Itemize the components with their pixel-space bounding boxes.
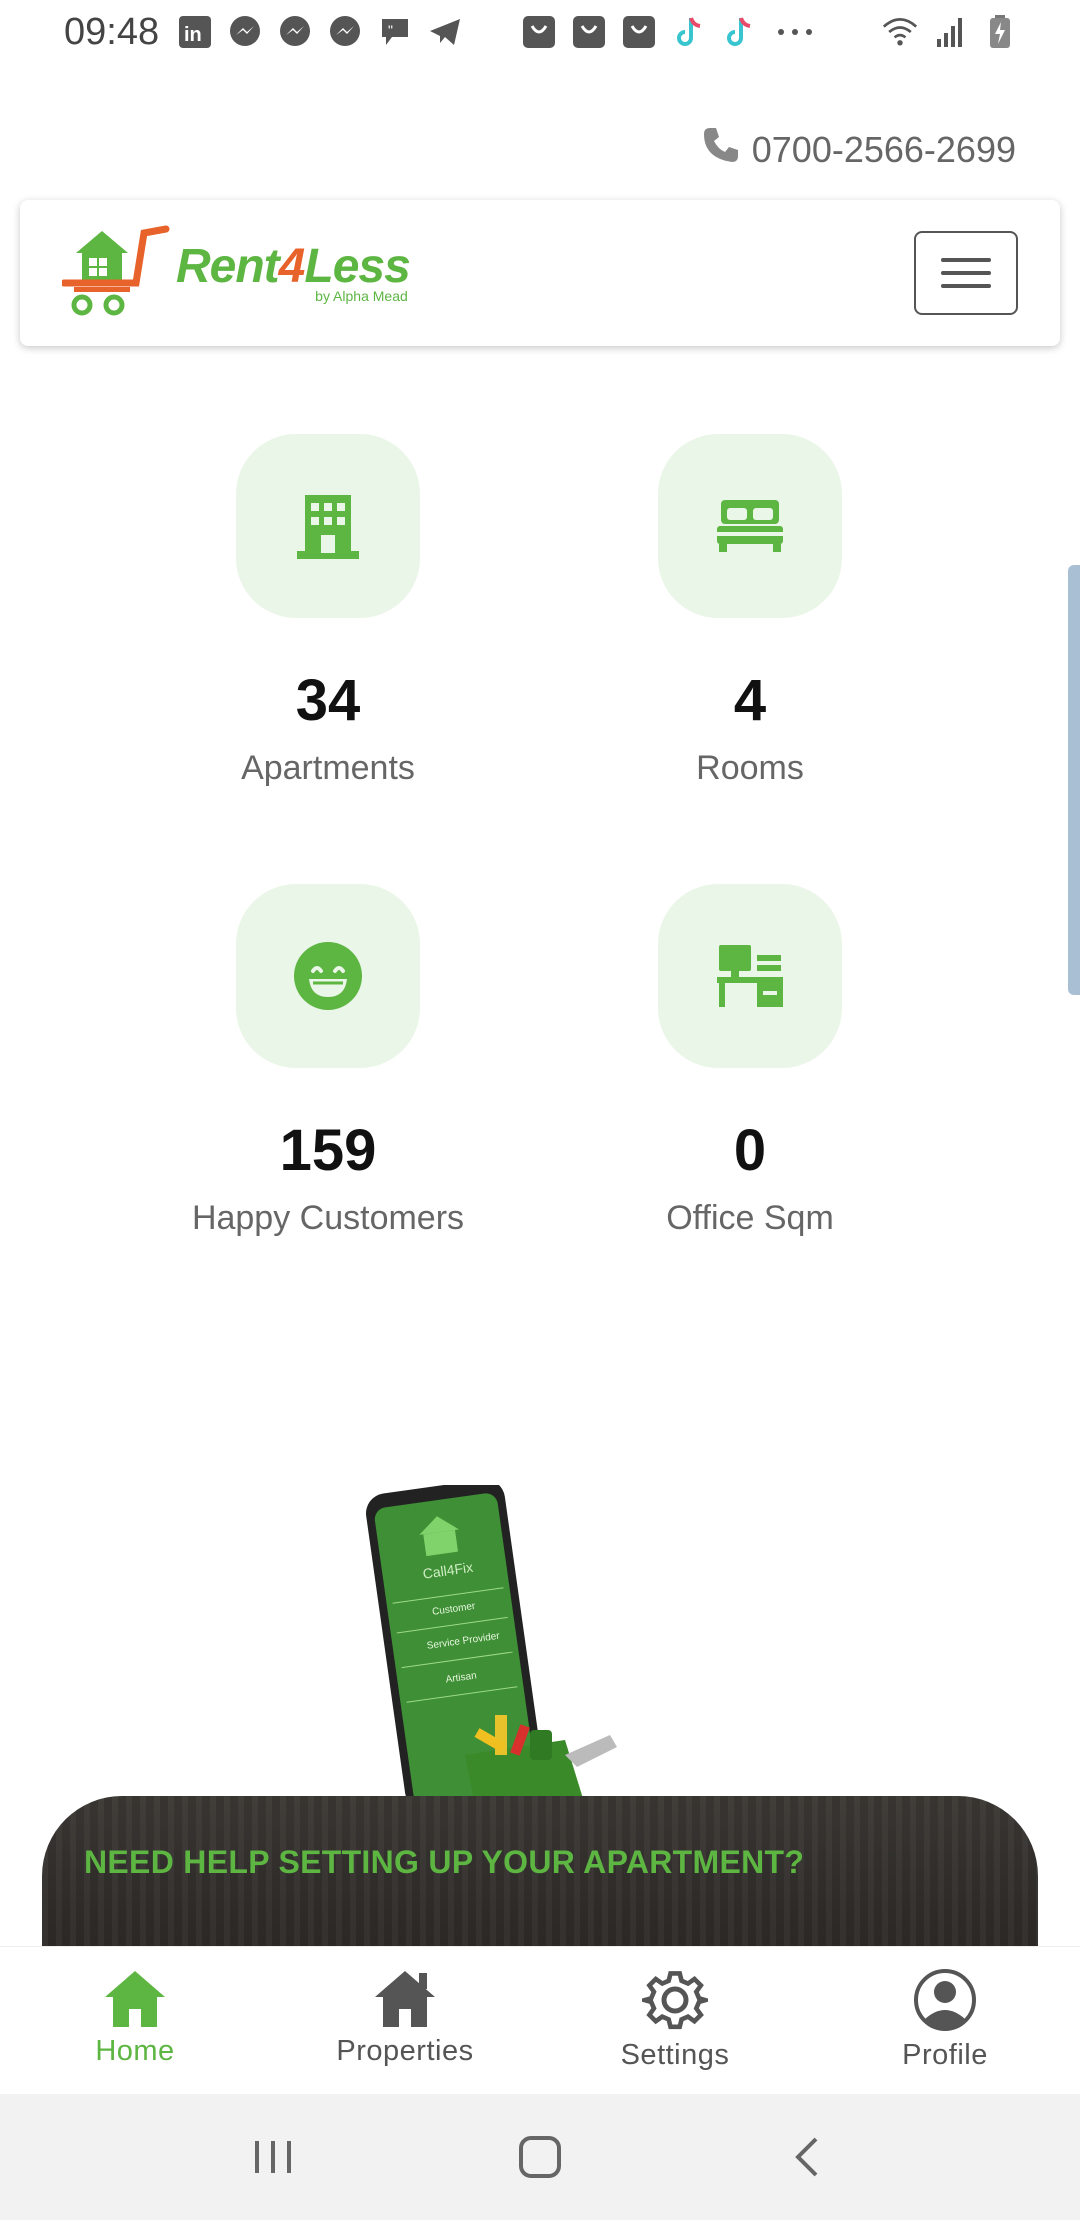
nav-home-label: Home	[95, 2035, 175, 2067]
smile-icon	[294, 942, 362, 1010]
shop-icon	[621, 14, 657, 50]
properties-icon	[375, 1971, 435, 2027]
tiktok-icon	[721, 14, 757, 50]
recent-apps-button[interactable]	[233, 2127, 313, 2187]
nav-properties-label: Properties	[336, 2035, 474, 2067]
stat-label: Happy Customers	[191, 1199, 465, 1237]
system-navigation-bar	[0, 2094, 1080, 2220]
back-chevron-icon	[794, 2137, 818, 2177]
nav-profile-label: Profile	[902, 2039, 988, 2071]
brand-wordmark: Rent4Less by Alpha Mead	[176, 240, 411, 305]
settings-icon	[642, 1971, 708, 2030]
contact-phone[interactable]: 0700-2566-2699	[700, 124, 1016, 175]
promo-headline: NEED HELP SETTING UP YOUR APARTMENT?	[84, 1844, 805, 1880]
header-bar: Rent4Less by Alpha Mead	[20, 200, 1060, 346]
hamburger-icon	[941, 258, 991, 262]
bed-icon	[717, 500, 783, 552]
shop-icon	[571, 14, 607, 50]
battery-charging-icon	[982, 14, 1018, 50]
building-icon	[297, 495, 359, 559]
svg-text:": "	[388, 22, 393, 38]
nav-home[interactable]: Home	[0, 1947, 270, 2094]
profile-icon	[914, 1969, 976, 2031]
stat-icon-box	[658, 434, 842, 618]
system-icons	[882, 14, 1018, 50]
stat-icon-box	[236, 884, 420, 1068]
office-desk-icon	[717, 945, 783, 1007]
signal-icon	[932, 14, 968, 50]
messenger-icon	[277, 14, 313, 50]
status-bar: 09:48 in "	[0, 0, 1080, 64]
stat-office-sqm: 0 Office Sqm	[540, 884, 960, 1238]
menu-button[interactable]	[914, 231, 1018, 315]
messenger-icon	[227, 14, 263, 50]
nav-properties[interactable]: Properties	[270, 1947, 540, 2094]
back-button[interactable]	[767, 2127, 847, 2187]
home-system-button[interactable]	[500, 2127, 580, 2187]
brand-logo[interactable]: Rent4Less by Alpha Mead	[62, 225, 411, 321]
bottom-navigation: Home Properties Settings Profile	[0, 1946, 1080, 2094]
stat-label: Apartments	[241, 749, 415, 787]
nav-profile[interactable]: Profile	[810, 1947, 1080, 2094]
cart-house-logo-icon	[62, 225, 170, 316]
quote-icon: "	[377, 14, 413, 50]
shop-icon	[521, 14, 557, 50]
scrollbar-thumb[interactable]	[1068, 565, 1080, 995]
stat-label: Office Sqm	[666, 1199, 834, 1237]
stat-value: 159	[279, 1118, 377, 1183]
nav-settings-label: Settings	[620, 2039, 730, 2071]
brand-name: Rent4Less	[176, 240, 411, 293]
tiktok-icon	[671, 14, 707, 50]
stat-label: Rooms	[696, 749, 804, 787]
recent-apps-icon	[255, 2141, 292, 2173]
stat-rooms: 4 Rooms	[540, 434, 960, 788]
phone-icon	[700, 124, 742, 175]
stat-happy-customers: 159 Happy Customers	[118, 884, 538, 1238]
home-icon	[105, 1971, 165, 2027]
wifi-icon	[882, 14, 918, 50]
svg-text:in: in	[184, 24, 202, 46]
nav-settings[interactable]: Settings	[540, 1947, 810, 2094]
messenger-icon	[327, 14, 363, 50]
stat-apartments: 34 Apartments	[118, 434, 538, 788]
stat-icon-box	[236, 434, 420, 618]
more-icon	[771, 14, 819, 50]
promo-phone-illustration: Call4Fix Customer Service Provider Artis…	[366, 1485, 617, 1805]
stat-icon-box	[658, 884, 842, 1068]
home-square-icon	[518, 2136, 561, 2178]
stat-value: 34	[295, 668, 361, 733]
app-screen: 09:48 in " 0700-2566-2699 Rent4Less by A…	[0, 0, 1080, 2220]
stat-value: 0	[733, 1118, 767, 1183]
notification-icons: in "	[177, 14, 819, 50]
stat-value: 4	[733, 668, 767, 733]
linkedin-icon: in	[177, 14, 213, 50]
status-time: 09:48	[64, 10, 160, 53]
telegram-icon	[427, 14, 463, 50]
phone-number: 0700-2566-2699	[751, 128, 1016, 170]
brand-tagline: by Alpha Mead	[315, 288, 408, 304]
